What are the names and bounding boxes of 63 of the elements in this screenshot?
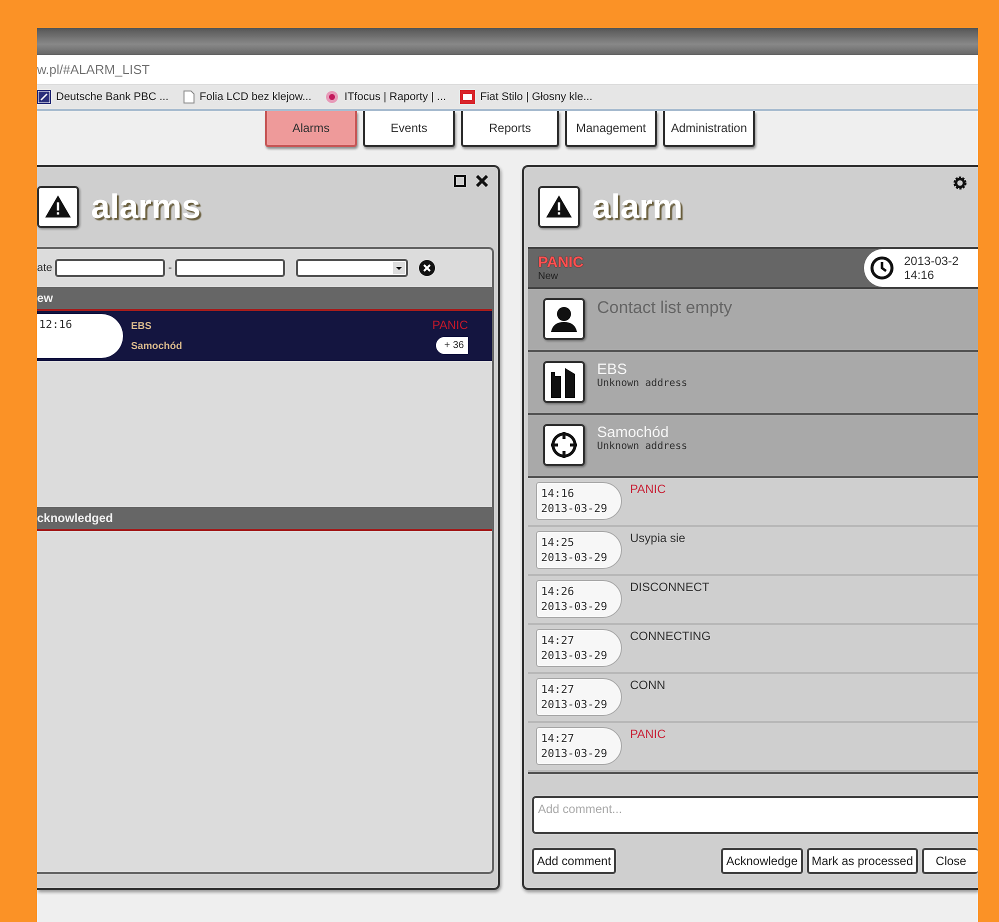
maximize-icon[interactable] xyxy=(454,175,466,187)
bookmark-link[interactable]: ITfocus | Raporty | ... xyxy=(325,90,446,104)
flower-icon xyxy=(325,90,340,104)
event-time: 14:16 2013-03-29 xyxy=(536,482,622,520)
event-text: PANIC xyxy=(630,727,666,741)
bookmark-icon xyxy=(37,90,51,104)
settings-icon[interactable] xyxy=(952,175,968,191)
panel-title: alarm xyxy=(592,188,683,226)
action-button[interactable]: Mark as processed xyxy=(806,848,918,874)
person-icon xyxy=(549,304,579,334)
image-icon xyxy=(460,90,476,104)
bookmark-link[interactable]: Folia LCD bez klejow... xyxy=(182,90,312,104)
date-to-field[interactable] xyxy=(174,259,285,277)
action-button[interactable]: Close xyxy=(922,848,978,874)
target-icon xyxy=(550,431,578,459)
nav-tab[interactable]: Reports xyxy=(461,111,559,147)
detail-name: EBS xyxy=(597,361,628,378)
event-text: CONNECTING xyxy=(630,629,711,643)
alarm-date: 2013-03-2 xyxy=(904,254,959,268)
alarm-state: New xyxy=(538,270,560,282)
bookmark-link[interactable]: Deutsche Bank PBC ... xyxy=(37,90,168,104)
nav-tab[interactable]: Events xyxy=(363,111,455,147)
count-badge: + 36 xyxy=(436,337,468,354)
alarm-row[interactable]: 12:16 EBS Samochód PANIC + 36 xyxy=(37,311,492,361)
alarm-time: 14:16 xyxy=(904,268,936,282)
page-icon xyxy=(182,90,194,104)
event-text: Usypia sie xyxy=(630,531,686,545)
date-from-field[interactable] xyxy=(55,259,166,277)
event-time: 14:25 2013-03-29 xyxy=(536,531,622,569)
comment-field[interactable]: Add comment... xyxy=(532,796,978,834)
event-time: 14:27 2013-03-29 xyxy=(536,678,622,716)
event-text: CONN xyxy=(630,678,666,692)
date-label: ate xyxy=(37,262,52,274)
caret-icon xyxy=(392,262,405,274)
event-time: 14:27 2013-03-29 xyxy=(536,727,622,765)
date-separator: - xyxy=(168,262,172,274)
alarm-type: PANIC xyxy=(538,254,584,270)
address-bar[interactable]: w.pl/#ALARM_LIST xyxy=(37,62,150,77)
detail-name: Samochód xyxy=(597,424,670,441)
detail-address: Unknown address xyxy=(597,441,688,452)
nav-tab[interactable]: Administration xyxy=(663,111,755,147)
event-time: 14:27 2013-03-29 xyxy=(536,629,622,667)
action-button[interactable]: Add comment xyxy=(532,848,616,874)
section-title: ew xyxy=(37,291,54,305)
nav-tab[interactable]: Management xyxy=(565,111,657,147)
detail-address: Unknown address xyxy=(597,378,688,389)
bookmark-link[interactable]: Fiat Stilo | Głosny kle... xyxy=(460,90,592,104)
clear-icon[interactable] xyxy=(418,260,435,276)
detail-name: Contact list empty xyxy=(597,298,732,318)
event-text: PANIC xyxy=(630,482,666,496)
panel-title: alarms xyxy=(91,188,201,226)
event-time: 14:26 2013-03-29 xyxy=(536,580,622,618)
type-dropdown[interactable] xyxy=(296,259,408,277)
clock-icon xyxy=(870,256,894,280)
alarm-object: Samochód xyxy=(131,340,184,352)
close-icon[interactable] xyxy=(476,175,488,187)
alarm-site: EBS xyxy=(131,320,153,332)
section-title: cknowledged xyxy=(37,511,114,525)
event-text: DISCONNECT xyxy=(630,580,710,594)
action-button[interactable]: Acknowledge xyxy=(721,848,803,874)
nav-tab[interactable]: Alarms xyxy=(265,111,357,147)
alarm-type: PANIC xyxy=(432,318,468,332)
alarm-time: 12:16 xyxy=(37,314,123,358)
